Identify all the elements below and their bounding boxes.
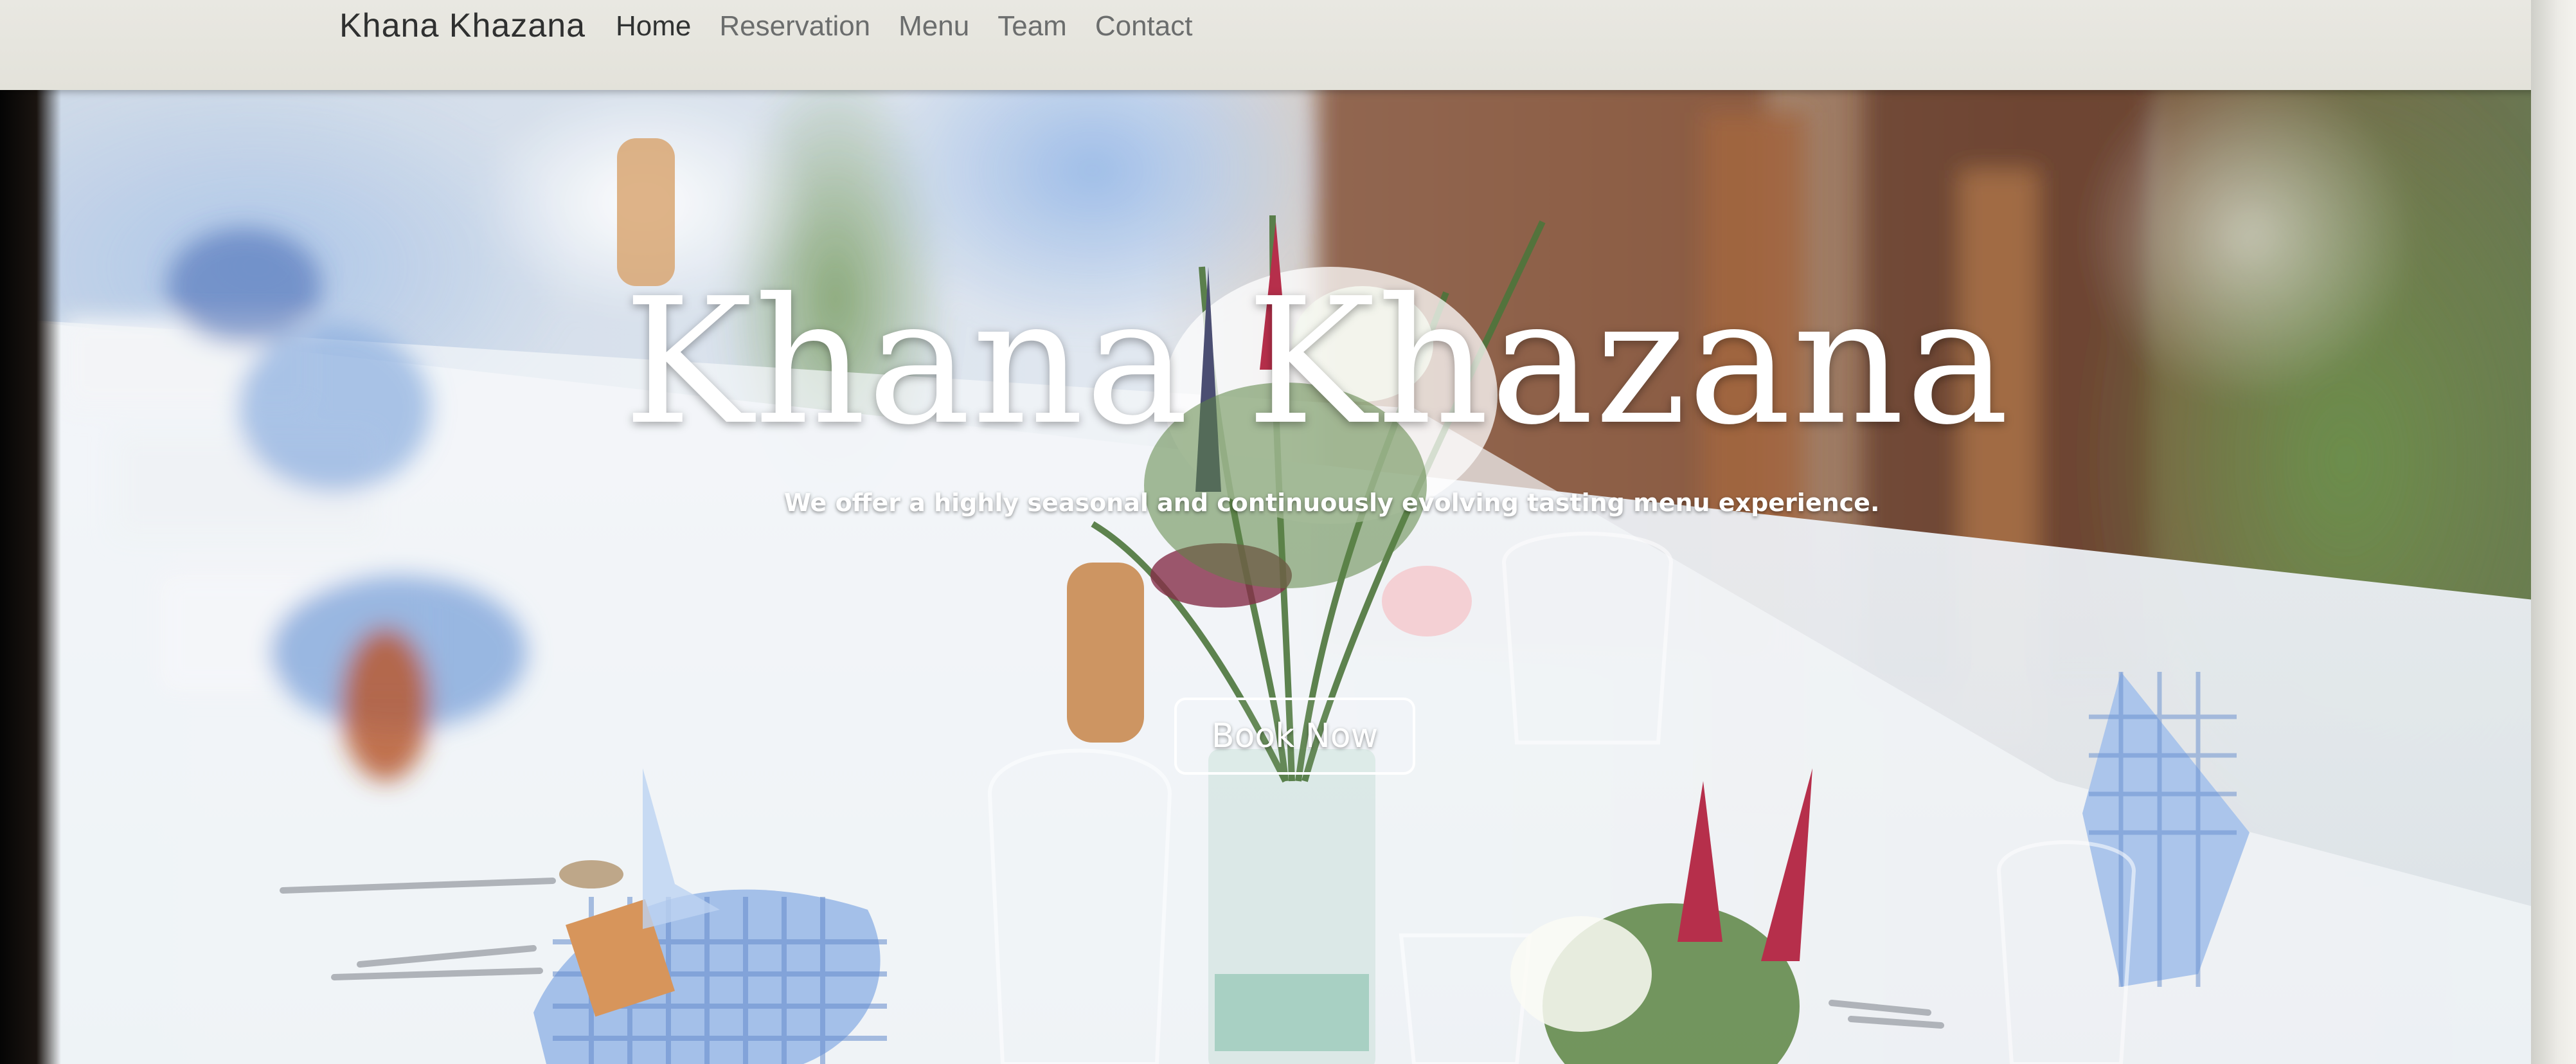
browser-viewport: Khana Khazana Home Reservation Menu Team… — [0, 0, 2576, 1064]
hero-section — [0, 74, 2545, 1064]
hero-title: Khana Khazana — [623, 260, 2010, 463]
top-navbar: Khana Khazana Home Reservation Menu Team… — [0, 0, 2576, 90]
nav-link-reservation[interactable]: Reservation — [719, 10, 870, 42]
nav-link-team[interactable]: Team — [997, 10, 1067, 42]
monitor-bezel-right — [2531, 0, 2576, 1064]
nav-link-home[interactable]: Home — [616, 10, 691, 42]
nav-link-contact[interactable]: Contact — [1095, 10, 1193, 42]
site-brand[interactable]: Khana Khazana — [339, 6, 586, 45]
hero-subtitle: We offer a highly seasonal and continuou… — [784, 489, 1880, 517]
hero-background-image — [0, 74, 2545, 1064]
book-now-button[interactable]: Book Now — [1174, 698, 1415, 775]
nav-links: Home Reservation Menu Team Contact — [616, 10, 1221, 42]
monitor-bezel-left — [0, 90, 61, 1064]
nav-link-menu[interactable]: Menu — [899, 10, 969, 42]
